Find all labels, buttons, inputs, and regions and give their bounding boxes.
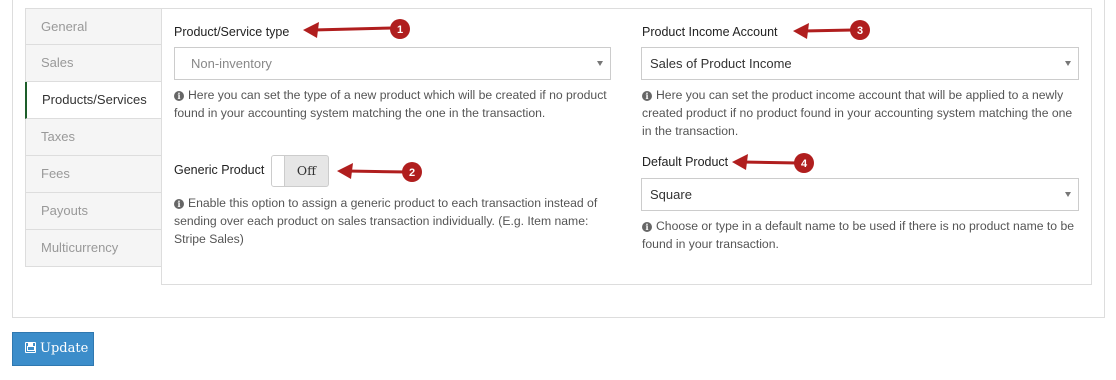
default-product-label: Default Product: [642, 155, 729, 169]
toggle-state-text: Off: [296, 163, 317, 178]
annotation-arrow-4: 4: [732, 153, 814, 173]
income-account-select[interactable]: Sales of Product Income: [641, 47, 1079, 80]
income-account-help: i Here you can set the product income acc…: [642, 88, 1073, 138]
generic-product-help: i Enable this option to assign a generic …: [174, 196, 598, 246]
caret-down-icon: [1065, 61, 1071, 66]
annotation-marker-1: 1: [397, 24, 403, 36]
default-product-help: i Choose or type in a default name to be …: [642, 219, 1075, 251]
info-icon: i: [174, 199, 184, 209]
default-product-value: Square: [650, 187, 692, 202]
floppy-disk-icon: [25, 342, 36, 353]
tab-products-services[interactable]: Products/Services: [25, 82, 162, 119]
annotation-arrow-2: 2: [337, 162, 422, 182]
annotation-arrow-3: 3: [793, 20, 870, 40]
caret-down-icon: [1065, 192, 1071, 197]
info-icon: i: [642, 222, 652, 232]
update-button-label: Update: [40, 341, 89, 356]
toggle-knob: [272, 156, 285, 186]
annotation-marker-2: 2: [409, 167, 415, 179]
settings-tabs: General Sales Products/Services Taxes Fe…: [25, 8, 162, 267]
income-account-value: Sales of Product Income: [650, 56, 792, 71]
tab-general[interactable]: General: [25, 8, 162, 45]
annotation-marker-4: 4: [801, 158, 808, 170]
annotation-arrow-1: 1: [303, 19, 410, 39]
caret-down-icon: [597, 61, 603, 66]
income-account-label: Product Income Account: [642, 25, 778, 39]
generic-product-toggle[interactable]: Off: [271, 155, 329, 187]
tab-taxes[interactable]: Taxes: [25, 119, 162, 156]
default-product-select[interactable]: Square: [641, 178, 1079, 211]
update-button[interactable]: Update: [12, 332, 94, 366]
tab-payouts[interactable]: Payouts: [25, 193, 162, 230]
generic-product-label: Generic Product: [174, 163, 265, 177]
tab-multicurrency[interactable]: Multicurrency: [25, 230, 162, 267]
tab-sales[interactable]: Sales: [25, 45, 162, 82]
info-icon: i: [174, 91, 184, 101]
product-type-help: i Here you can set the type of a new prod…: [174, 88, 607, 120]
annotation-marker-3: 3: [857, 25, 863, 37]
product-type-value: Non-inventory: [191, 56, 272, 71]
info-icon: i: [642, 91, 652, 101]
product-type-select[interactable]: Non-inventory: [174, 47, 611, 80]
tab-fees[interactable]: Fees: [25, 156, 162, 193]
product-type-label: Product/Service type: [174, 25, 290, 39]
